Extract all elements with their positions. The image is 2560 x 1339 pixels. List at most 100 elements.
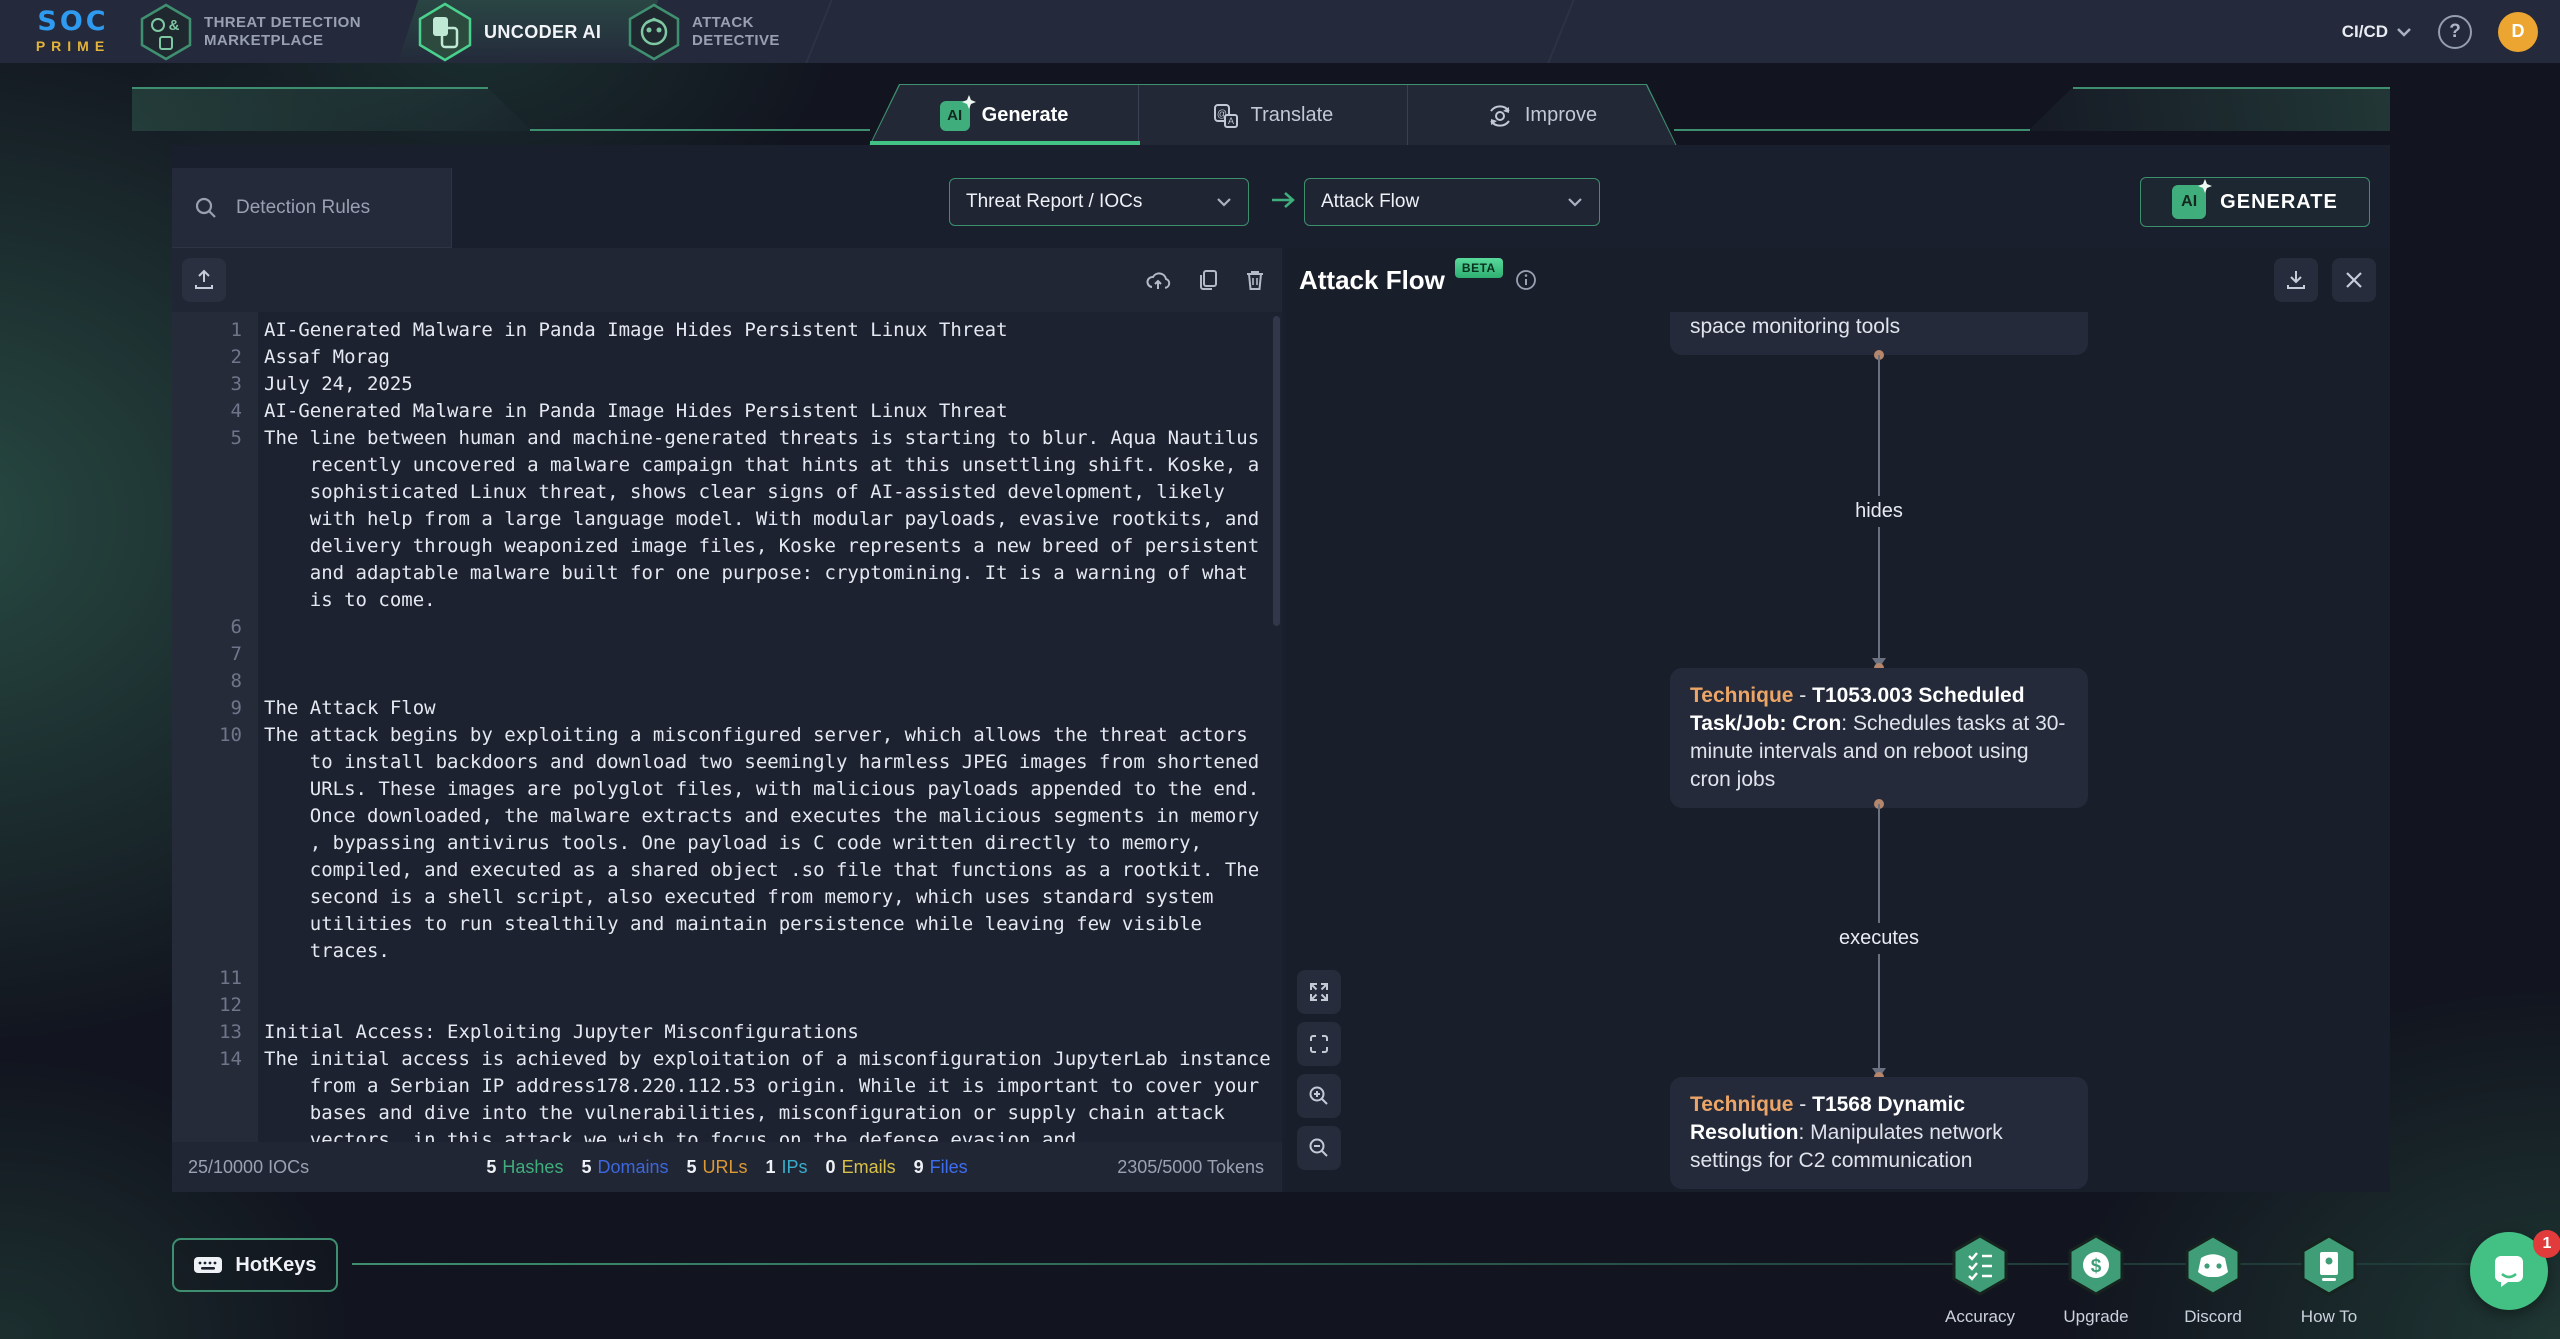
footer-link-discord[interactable]: Discord (2158, 1234, 2268, 1327)
chat-bubble-icon (2490, 1252, 2528, 1290)
line-text (304, 668, 1282, 695)
ioc-count-files[interactable]: 9Files (914, 1157, 968, 1178)
footer-link-upgrade[interactable]: $ Upgrade (2041, 1234, 2151, 1327)
chevron-down-icon (2396, 27, 2412, 37)
trash-icon[interactable] (1244, 268, 1266, 292)
line-text: Initial Access: Exploiting Jupyter Misco… (304, 1019, 1282, 1046)
generate-button-ai-icon: AI (2172, 185, 2206, 219)
line-text (304, 614, 1282, 641)
tab-improve-label: Improve (1525, 104, 1597, 127)
editor-toolbar (172, 248, 1282, 312)
ioc-count-urls[interactable]: 5URLs (686, 1157, 747, 1178)
line-text: The initial access is achieved by exploi… (304, 1046, 1282, 1142)
chat-notification-badge: 1 (2533, 1230, 2560, 1258)
detection-rules-search[interactable] (172, 168, 452, 248)
technique-type-label: Technique (1690, 1093, 1793, 1116)
mode-tabs: AI Generate @ A Translate Improve (870, 85, 1676, 146)
left-decorative-trapezoid (132, 87, 532, 131)
footer-link-accuracy[interactable]: Accuracy (1925, 1234, 2035, 1327)
line-text: The Attack Flow (304, 695, 1282, 722)
soc-prime-logo[interactable]: SOC PRIME (35, 8, 111, 53)
right-decorative-trapezoid (2028, 87, 2390, 131)
question-mark-icon: ? (2449, 21, 2461, 43)
generate-button[interactable]: AI GENERATE (2140, 177, 2370, 227)
line-text: The attack begins by exploiting a miscon… (304, 722, 1282, 965)
nav-item-uncoder-ai[interactable]: UNCODER AI (418, 0, 601, 63)
svg-text:A: A (1228, 116, 1234, 126)
upload-file-button[interactable] (182, 258, 226, 302)
attack-flow-panel: Attack Flow BETA (1285, 248, 2390, 1192)
line-number: 12 (172, 992, 258, 1019)
ioc-total-count: 25/10000 IOCs (188, 1157, 309, 1178)
hotkeys-label: HotKeys (235, 1254, 316, 1277)
tab-improve[interactable]: Improve (1408, 85, 1676, 146)
close-icon (2344, 270, 2364, 290)
editor-line: 4 AI-Generated Malware in Panda Image Hid… (172, 398, 1282, 425)
footer-link-how-to[interactable]: How To (2274, 1234, 2384, 1327)
editor-line: 12 (172, 992, 1282, 1019)
ioc-count-hashes[interactable]: 5Hashes (486, 1157, 563, 1178)
ioc-count-ips[interactable]: 1IPs (766, 1157, 808, 1178)
ioc-count-domains[interactable]: 5Domains (581, 1157, 668, 1178)
nav-divider (1547, 0, 1574, 63)
zoom-in-button[interactable] (1297, 1074, 1341, 1118)
input-type-value: Threat Report / IOCs (966, 191, 1142, 213)
output-type-select[interactable]: Attack Flow (1304, 178, 1600, 226)
editor-line: 8 (172, 668, 1282, 695)
tab-generate-label: Generate (982, 104, 1069, 127)
main-panel: Threat Report / IOCs Attack Flow AI GENE… (172, 145, 2390, 1192)
line-number: 4 (172, 398, 258, 425)
user-avatar[interactable]: D (2498, 12, 2538, 52)
chevron-down-icon (1567, 197, 1583, 207)
upgrade-hexagon-icon: $ (2067, 1234, 2125, 1296)
close-flow-button[interactable] (2332, 258, 2376, 302)
left-decorative-topline (132, 87, 488, 89)
top-nav: SOC PRIME & THREAT DETECTION MARKETPLACE… (0, 0, 2560, 63)
editor-line: 13Initial Access: Exploiting Jupyter Mis… (172, 1019, 1282, 1046)
tab-translate[interactable]: @ A Translate (1139, 85, 1408, 146)
left-decorative-line (530, 129, 870, 131)
accuracy-hexagon-icon (1951, 1234, 2009, 1296)
tab-translate-label: Translate (1251, 104, 1334, 127)
technique-type-label: Technique (1690, 684, 1793, 707)
flow-node-technique-cron[interactable]: Technique - T1053.003 Scheduled Task/Job… (1670, 668, 2088, 808)
download-flow-button[interactable] (2274, 258, 2318, 302)
hotkeys-button[interactable]: HotKeys (172, 1238, 338, 1292)
flow-node-technique-dynres[interactable]: Technique - T1568 Dynamic Resolution: Ma… (1670, 1077, 2088, 1189)
flow-node-tool[interactable]: space monitoring tools (1670, 312, 2088, 355)
copy-icon[interactable] (1196, 268, 1220, 292)
flow-header-buttons (2274, 258, 2376, 302)
attack-detective-label: ATTACK DETECTIVE (692, 14, 780, 50)
info-icon[interactable] (1515, 269, 1537, 291)
line-text: AI-Generated Malware in Panda Image Hide… (304, 398, 1282, 425)
editor-line: 14The initial access is achieved by expl… (172, 1046, 1282, 1142)
editor-line: 3 July 24, 2025 (172, 371, 1282, 398)
editor-scrollbar-thumb[interactable] (1273, 316, 1280, 626)
line-text (304, 965, 1282, 992)
nav-right-cluster: CI/CD ? D (2342, 0, 2538, 63)
zoom-out-button[interactable] (1297, 1126, 1341, 1170)
line-number: 6 (172, 614, 258, 641)
ioc-count-emails[interactable]: 0Emails (826, 1157, 896, 1178)
source-text-editor[interactable]: 1AI-Generated Malware in Panda Image Hid… (172, 312, 1282, 1142)
help-button[interactable]: ? (2438, 15, 2472, 49)
right-decorative-topline (2073, 87, 2390, 89)
sparkle-icon (962, 95, 976, 109)
chevron-down-icon (1216, 197, 1232, 207)
search-input[interactable] (234, 196, 424, 220)
fit-view-button[interactable] (1297, 1022, 1341, 1066)
fullscreen-button[interactable] (1297, 970, 1341, 1014)
nav-item-attack-detective[interactable]: ATTACK DETECTIVE (628, 0, 780, 63)
svg-text:$: $ (2091, 1256, 2102, 1277)
line-number: 7 (172, 641, 258, 668)
workspace-dropdown[interactable]: CI/CD (2342, 22, 2412, 42)
cloud-upload-icon[interactable] (1144, 268, 1172, 292)
attack-flow-canvas[interactable]: space monitoring tools hides Technique -… (1285, 312, 2390, 1192)
line-text: July 24, 2025 (304, 371, 1282, 398)
editor-lines: 1AI-Generated Malware in Panda Image Hid… (172, 312, 1282, 1142)
input-type-select[interactable]: Threat Report / IOCs (949, 178, 1249, 226)
line-number: 9 (172, 695, 258, 722)
line-number: 3 (172, 371, 258, 398)
nav-item-threat-detection-marketplace[interactable]: & THREAT DETECTION MARKETPLACE (140, 0, 361, 63)
tab-generate[interactable]: AI Generate (870, 85, 1139, 146)
